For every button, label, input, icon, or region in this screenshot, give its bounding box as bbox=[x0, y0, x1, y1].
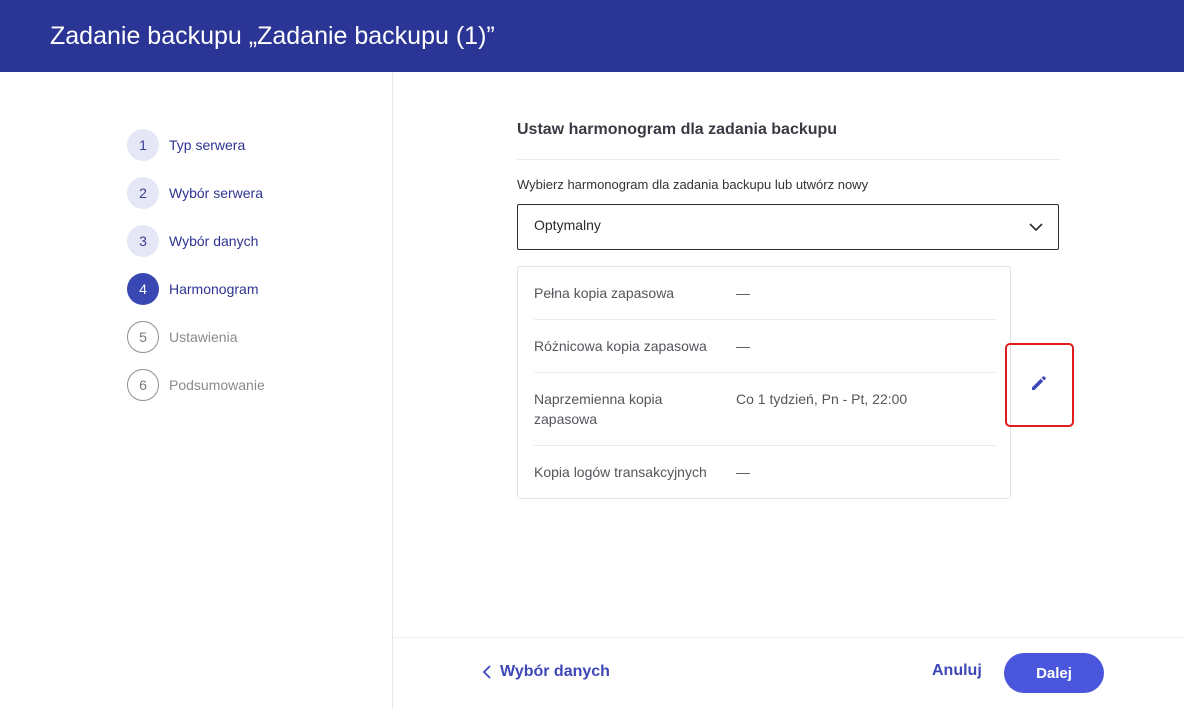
row-label: Różnicowa kopia zapasowa bbox=[534, 338, 707, 354]
schedule-select[interactable]: Optymalny bbox=[517, 204, 1059, 250]
step-number: 5 bbox=[127, 321, 159, 353]
row-divider bbox=[534, 372, 996, 373]
title-bar: Zadanie backupu „Zadanie backupu (1)” bbox=[0, 0, 1184, 72]
row-value: Co 1 tydzień, Pn - Pt, 22:00 bbox=[736, 391, 908, 407]
divider bbox=[517, 159, 1060, 160]
pencil-icon[interactable] bbox=[1029, 373, 1049, 393]
step-label: Wybór danych bbox=[169, 233, 259, 249]
chevron-left-icon bbox=[482, 665, 491, 679]
row-value: — bbox=[736, 285, 750, 301]
schedule-select-value: Optymalny bbox=[534, 217, 601, 233]
page-title: Zadanie backupu „Zadanie backupu (1)” bbox=[50, 22, 495, 50]
step-label: Ustawienia bbox=[169, 329, 238, 345]
step-number: 6 bbox=[127, 369, 159, 401]
row-divider bbox=[534, 445, 996, 446]
section-title: Ustaw harmonogram dla zadania backupu bbox=[517, 121, 838, 138]
back-button-label: Wybór danych bbox=[500, 663, 610, 680]
step-label: Harmonogram bbox=[169, 281, 259, 297]
step-number: 1 bbox=[127, 129, 159, 161]
step-number: 2 bbox=[127, 177, 159, 209]
step-number: 4 bbox=[127, 273, 159, 305]
schedule-select-label: Wybierz harmonogram dla zadania backupu … bbox=[517, 177, 869, 192]
row-value: — bbox=[736, 338, 750, 354]
cancel-button[interactable]: Anuluj bbox=[932, 662, 982, 680]
row-label: Kopia logów transakcyjnych bbox=[534, 464, 707, 480]
step-wybor-serwera[interactable]: 2 Wybór serwera bbox=[127, 177, 263, 209]
chevron-down-icon bbox=[1029, 223, 1043, 232]
step-label: Wybór serwera bbox=[169, 185, 264, 201]
step-harmonogram[interactable]: 4 Harmonogram bbox=[127, 273, 258, 305]
step-podsumowanie: 6 Podsumowanie bbox=[127, 369, 265, 401]
row-divider bbox=[534, 319, 996, 320]
step-ustawienia: 5 Ustawienia bbox=[127, 321, 237, 353]
step-label: Podsumowanie bbox=[169, 377, 265, 393]
footer-divider bbox=[394, 637, 1184, 638]
row-label: Pełna kopia zapasowa bbox=[534, 285, 675, 301]
step-wybor-danych[interactable]: 3 Wybór danych bbox=[127, 225, 258, 257]
step-typ-serwera[interactable]: 1 Typ serwera bbox=[127, 129, 245, 161]
step-number: 3 bbox=[127, 225, 159, 257]
back-button[interactable]: Wybór danych bbox=[482, 662, 610, 682]
row-value: — bbox=[736, 464, 750, 480]
schedule-details-card: Pełna kopia zapasowa — Różnicowa kopia z… bbox=[517, 266, 1011, 499]
row-label: Naprzemienna kopia zapasowa bbox=[534, 391, 663, 427]
step-label: Typ serwera bbox=[169, 137, 246, 153]
next-button[interactable]: Dalej bbox=[1004, 653, 1104, 693]
